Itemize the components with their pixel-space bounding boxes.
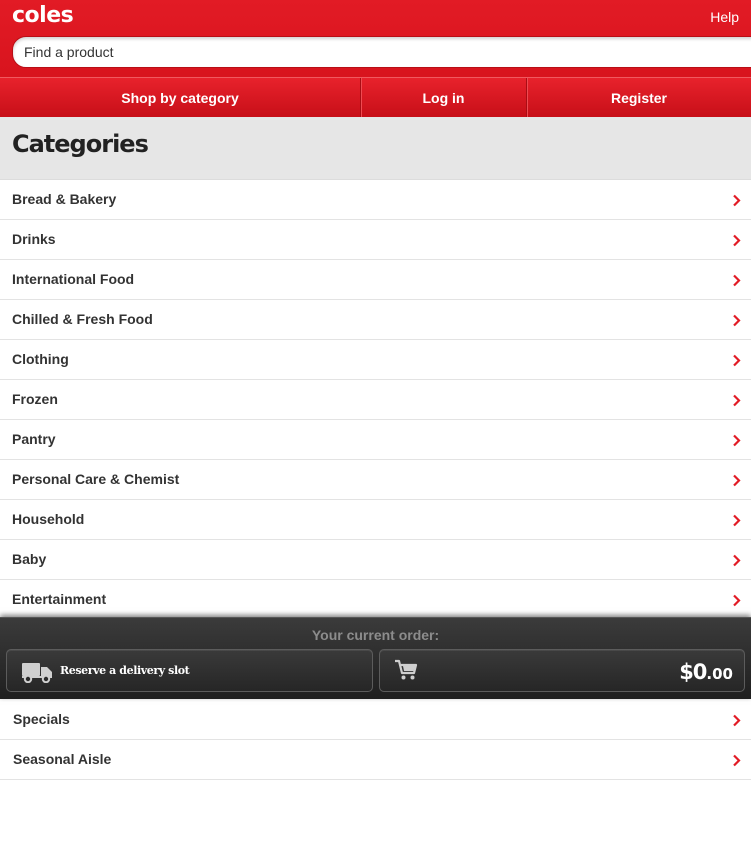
category-label: Specials: [13, 711, 70, 727]
order-total-cents: .00: [706, 665, 733, 683]
categories-header: Categories: [0, 117, 751, 180]
category-label: Household: [12, 511, 85, 527]
category-label: Bread & Bakery: [12, 191, 117, 207]
category-label: Clothing: [12, 351, 69, 367]
category-label: Personal Care & Chemist: [12, 471, 180, 487]
category-list-more: Specials Seasonal Aisle: [0, 700, 751, 780]
site-header: coles Help Shop by category Log in Regis…: [0, 0, 751, 117]
current-order-bar: Your current order: Reserve a delivery s…: [0, 617, 751, 699]
truck-icon: [22, 663, 52, 683]
chevron-right-icon: [733, 274, 741, 287]
chevron-right-icon: [733, 514, 741, 527]
chevron-right-icon: [733, 474, 741, 487]
chevron-right-icon: [733, 394, 741, 407]
chevron-right-icon: [733, 314, 741, 327]
search-box: [12, 36, 751, 68]
order-total-dollars: $0: [679, 660, 707, 684]
chevron-right-icon: [733, 554, 741, 567]
category-label: Entertainment: [12, 591, 107, 607]
category-item-clothing[interactable]: Clothing: [0, 340, 751, 380]
chevron-right-icon: [733, 714, 741, 727]
category-item-chilled-fresh-food[interactable]: Chilled & Fresh Food: [0, 300, 751, 340]
category-label: Chilled & Fresh Food: [12, 311, 153, 327]
main-nav: Shop by category Log in Register: [0, 77, 751, 117]
chevron-right-icon: [733, 354, 741, 367]
cart-icon: [395, 659, 418, 680]
shop-by-category-tab[interactable]: Shop by category: [0, 78, 361, 117]
mobile-page: coles Help Shop by category Log in Regis…: [0, 0, 751, 859]
category-item-drinks[interactable]: Drinks: [0, 220, 751, 260]
category-item-frozen[interactable]: Frozen: [0, 380, 751, 420]
search-input[interactable]: [13, 37, 751, 67]
category-item-international-food[interactable]: International Food: [0, 260, 751, 300]
category-label: Pantry: [12, 431, 56, 447]
reserve-delivery-slot-button[interactable]: Reserve a delivery slot: [6, 649, 373, 692]
current-order-title: Your current order:: [311, 627, 440, 643]
category-label: Baby: [12, 551, 47, 567]
category-label: International Food: [12, 271, 135, 287]
chevron-right-icon: [733, 754, 741, 767]
category-item-bread-bakery[interactable]: Bread & Bakery: [0, 180, 751, 220]
log-in-tab[interactable]: Log in: [361, 78, 527, 117]
category-item-personal-care-chemist[interactable]: Personal Care & Chemist: [0, 460, 751, 500]
register-tab[interactable]: Register: [527, 78, 751, 117]
reserve-delivery-slot-label: Reserve a delivery slot: [60, 664, 190, 677]
cart-button[interactable]: $0.00: [379, 649, 745, 692]
category-item-pantry[interactable]: Pantry: [0, 420, 751, 460]
category-item-seasonal-aisle[interactable]: Seasonal Aisle: [0, 740, 751, 780]
category-item-household[interactable]: Household: [0, 500, 751, 540]
chevron-right-icon: [733, 234, 741, 247]
category-item-entertainment[interactable]: Entertainment: [0, 580, 751, 620]
category-list: Bread & Bakery Drinks International Food…: [0, 180, 751, 620]
category-label: Seasonal Aisle: [13, 751, 112, 767]
page-title: Categories: [12, 130, 149, 158]
chevron-right-icon: [733, 194, 741, 207]
category-label: Frozen: [12, 391, 58, 407]
order-total: $0.00: [679, 660, 733, 684]
category-item-specials[interactable]: Specials: [0, 700, 751, 740]
coles-logo[interactable]: coles: [12, 3, 74, 28]
chevron-right-icon: [733, 594, 741, 607]
category-label: Drinks: [12, 231, 56, 247]
category-item-baby[interactable]: Baby: [0, 540, 751, 580]
help-link[interactable]: Help: [710, 9, 739, 25]
chevron-right-icon: [733, 434, 741, 447]
